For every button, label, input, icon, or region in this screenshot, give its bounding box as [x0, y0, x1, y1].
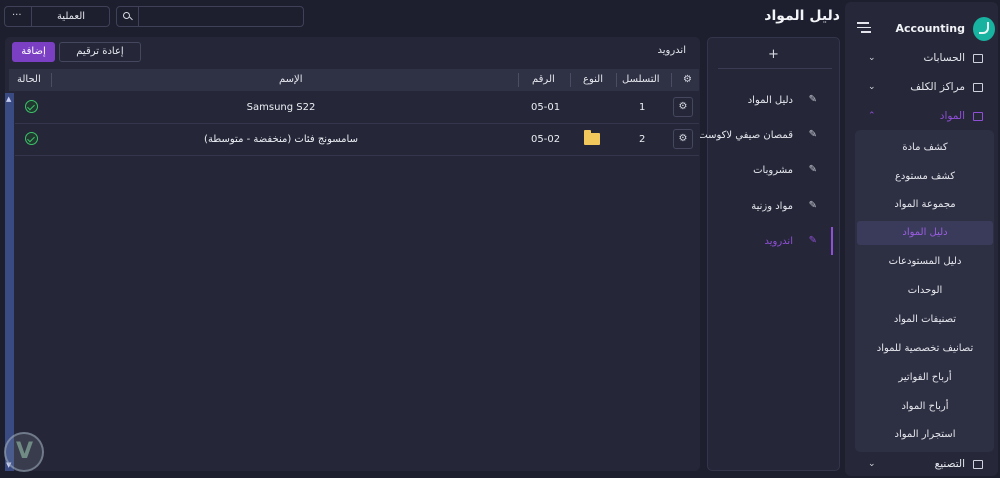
gear-icon[interactable]: ⚙: [682, 74, 693, 85]
submenu-item[interactable]: أرباح الفواتير: [857, 366, 993, 390]
column-header-status[interactable]: الحالة: [17, 74, 41, 85]
brand-logo-icon: [973, 17, 995, 41]
chevron-up-icon: ⌃: [868, 111, 876, 121]
chevron-down-icon: ⌄: [868, 53, 876, 63]
row-settings-gear-icon[interactable]: ⚙: [673, 129, 693, 149]
operation-selector[interactable]: ··· العملية: [4, 6, 110, 27]
row-settings-gear-icon[interactable]: ⚙: [673, 97, 693, 117]
sidebar-group-label: المواد: [939, 110, 965, 122]
sidebar-group-label: مراكز الكلف: [910, 81, 965, 93]
category-label: دليل المواد: [747, 95, 793, 106]
search-icon[interactable]: [123, 12, 130, 19]
category-item[interactable]: دليل المواد ✎: [708, 90, 839, 114]
submenu-item[interactable]: تصانيف تخصصية للمواد: [857, 337, 993, 361]
cell-sequence: 1: [639, 102, 646, 113]
renumber-button[interactable]: إعادة ترقيم: [59, 42, 141, 62]
chevron-down-icon: ⌄: [868, 459, 876, 469]
sidebar-group-manufacturing[interactable]: التصنيع ⌄: [853, 454, 993, 476]
app-name: Accounting: [895, 22, 965, 35]
cost-center-icon: [973, 83, 983, 92]
more-icon[interactable]: ···: [12, 10, 22, 21]
submenu-item-active[interactable]: دليل المواد: [857, 221, 993, 245]
table-row[interactable]: سامسونج فئات (منخفضة - متوسطة) 05-02 2 ⚙: [15, 124, 699, 156]
cell-number: 05-01: [531, 102, 561, 113]
chevron-down-icon: ⌄: [868, 82, 876, 92]
submenu-item[interactable]: أرباح المواد: [857, 395, 993, 419]
sidebar-group-accounts[interactable]: الحسابات ⌄: [853, 48, 993, 70]
edit-icon[interactable]: ✎: [809, 94, 817, 105]
table-header: الحالة الإسم الرقم النوع التسلسل ⚙: [9, 69, 699, 91]
submenu-item[interactable]: كشف مادة: [857, 136, 993, 160]
materials-icon: [973, 112, 983, 121]
edit-icon[interactable]: ✎: [809, 129, 817, 140]
breadcrumb: اندرويد: [657, 45, 686, 56]
category-label: قمصان صيفي لاكوست: [698, 130, 793, 141]
edit-icon[interactable]: ✎: [809, 164, 817, 175]
submenu-item[interactable]: كشف مستودع: [857, 165, 993, 189]
category-item-active[interactable]: اندرويد ✎: [708, 227, 839, 255]
table-row[interactable]: Samsung S22 05-01 1 ⚙: [15, 92, 699, 124]
submenu-item[interactable]: استجرار المواد: [857, 423, 993, 447]
folder-icon: [584, 130, 600, 145]
edit-icon[interactable]: ✎: [809, 235, 817, 246]
column-header-type[interactable]: النوع: [583, 74, 603, 85]
submenu-item[interactable]: مجموعة المواد: [857, 193, 993, 217]
search-input[interactable]: [116, 6, 304, 27]
sidebar-group-materials[interactable]: المواد ⌃: [853, 106, 993, 128]
edit-icon[interactable]: ✎: [809, 200, 817, 211]
submenu-item[interactable]: الوحدات: [857, 279, 993, 303]
category-panel: + دليل المواد ✎ قمصان صيفي لاكوست ✎ مشرو…: [698, 37, 840, 471]
sidebar-group-label: التصنيع: [934, 458, 965, 470]
cell-sequence: 2: [639, 134, 646, 145]
book-icon: [973, 54, 983, 63]
add-category-button[interactable]: +: [708, 47, 839, 62]
column-header-number[interactable]: الرقم: [532, 74, 555, 85]
cell-name: Samsung S22: [246, 102, 316, 113]
items-panel: اندرويد إضافة إعادة ترقيم الحالة الإسم ا…: [5, 37, 700, 471]
materials-submenu: كشف مادة كشف مستودع مجموعة المواد دليل ا…: [855, 130, 994, 452]
category-item[interactable]: قمصان صيفي لاكوست ✎: [698, 125, 839, 149]
watermark-logo-icon: [4, 432, 44, 472]
cell-number: 05-02: [531, 134, 561, 145]
column-header-sequence[interactable]: التسلسل: [622, 74, 660, 85]
cell-name: سامسونج فئات (منخفضة - متوسطة): [204, 134, 358, 145]
operation-label: العملية: [56, 11, 86, 22]
category-label: مواد وزنية: [751, 201, 793, 212]
add-button[interactable]: إضافة: [12, 42, 55, 62]
category-item[interactable]: مواد وزنية ✎: [708, 196, 839, 220]
vertical-scrollbar[interactable]: ▲ ▼: [5, 93, 14, 471]
sidebar: Accounting الحسابات ⌄ مراكز الكلف ⌄ المو…: [845, 2, 998, 476]
submenu-item[interactable]: دليل المستودعات: [857, 250, 993, 274]
category-label: مشروبات: [753, 165, 793, 176]
scroll-up-icon[interactable]: ▲: [6, 95, 11, 103]
sidebar-group-label: الحسابات: [923, 52, 965, 64]
category-label: اندرويد: [764, 236, 793, 247]
menu-toggle-icon[interactable]: [857, 22, 871, 34]
submenu-item[interactable]: تصنيفات المواد: [857, 308, 993, 332]
divider: [718, 68, 832, 69]
manufacturing-icon: [973, 460, 983, 469]
page-title: دليل المواد: [764, 8, 840, 24]
sidebar-group-cost-centers[interactable]: مراكز الكلف ⌄: [853, 77, 993, 99]
column-header-name[interactable]: الإسم: [279, 74, 303, 85]
category-item[interactable]: مشروبات ✎: [708, 160, 839, 184]
